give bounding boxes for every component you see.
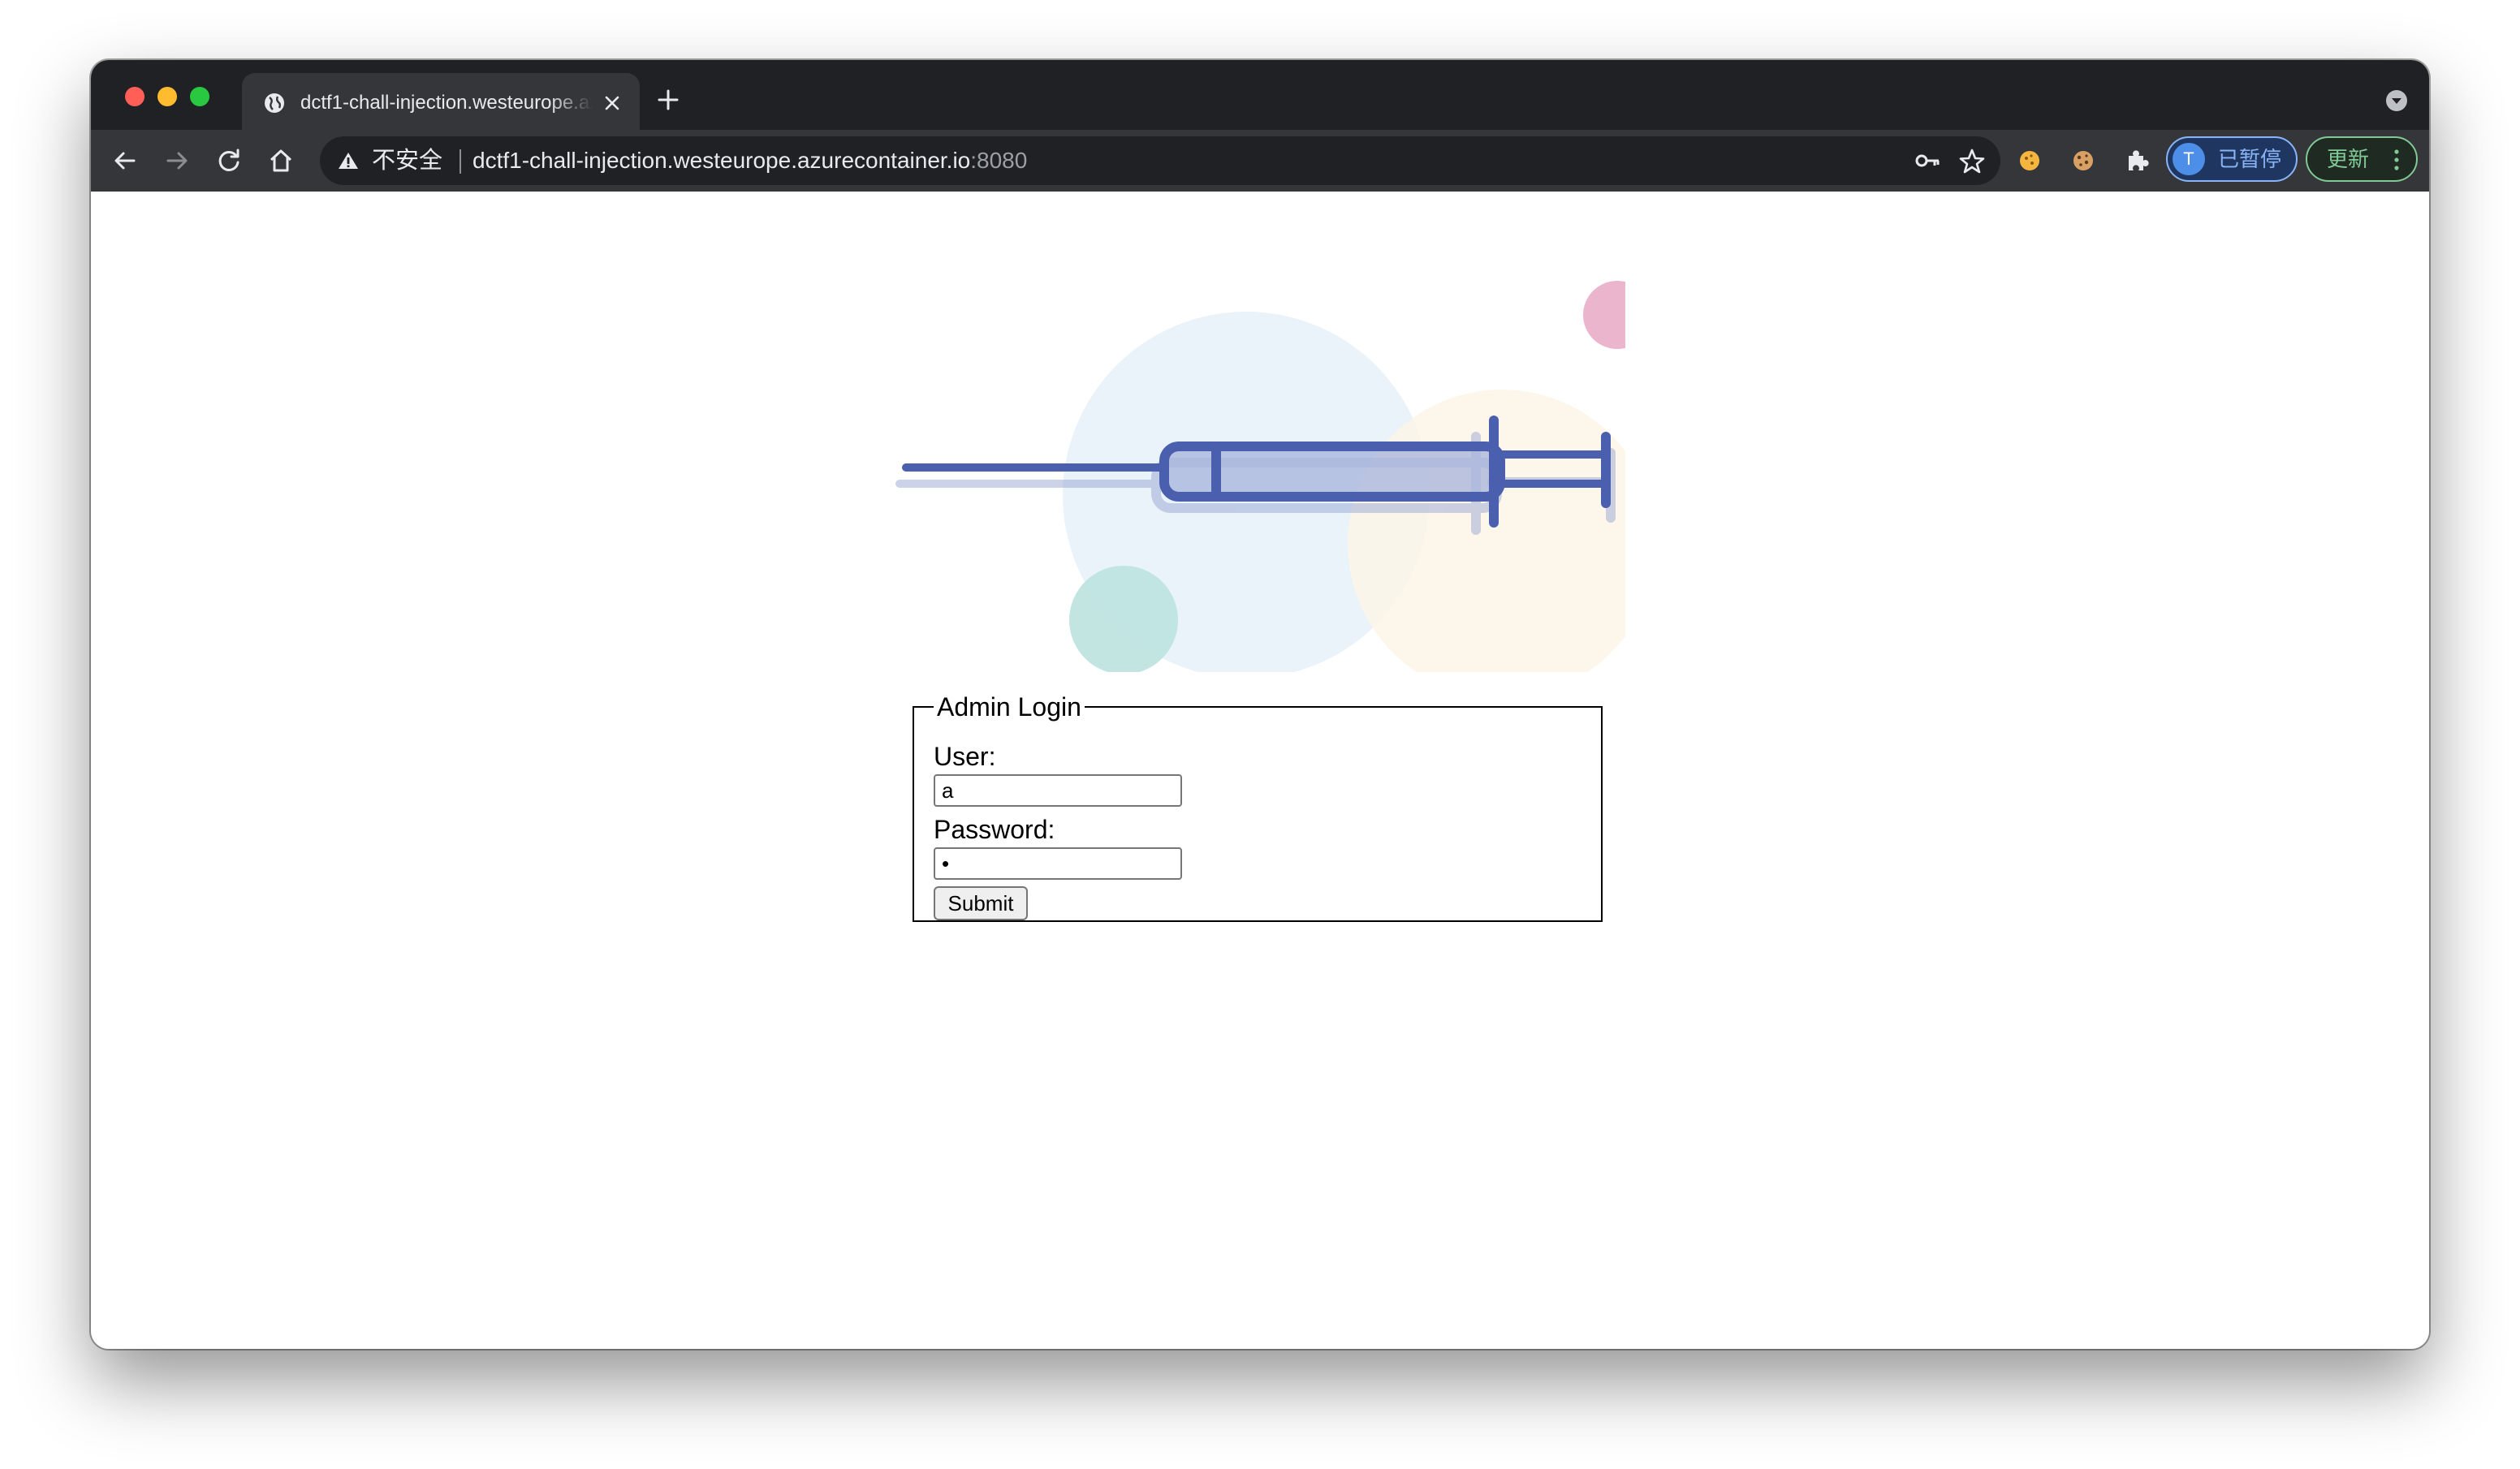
password-label: Password: <box>934 815 1055 844</box>
user-input[interactable] <box>934 774 1182 807</box>
omnibox-divider <box>460 149 461 174</box>
update-button[interactable]: 更新 <box>2306 136 2418 182</box>
syringe-illustration <box>895 281 1625 672</box>
form-legend: Admin Login <box>937 692 1081 722</box>
profile-status: 已暂停 <box>2218 147 2282 171</box>
tab-search-icon[interactable] <box>2385 89 2408 112</box>
profile-button[interactable]: T 已暂停 <box>2166 136 2298 182</box>
avatar: T <box>2173 143 2205 175</box>
submit-button[interactable]: Submit <box>934 886 1028 920</box>
puzzle-icon[interactable] <box>2122 146 2151 175</box>
password-input[interactable] <box>934 847 1182 880</box>
tab-title: dctf1-chall-injection.westeurope.azureco… <box>300 92 593 114</box>
home-icon[interactable] <box>266 146 296 175</box>
star-icon[interactable] <box>1958 148 1986 175</box>
address-bar[interactable]: 不安全 dctf1-chall-injection.westeurope.azu… <box>320 136 2000 185</box>
minimize-window-button[interactable] <box>158 87 177 106</box>
close-tab-icon[interactable] <box>602 93 622 113</box>
admin-login-form: Admin Login User: Password: Submit <box>913 693 1603 922</box>
url-text[interactable]: dctf1-chall-injection.westeurope.azureco… <box>472 146 1027 175</box>
toolbar: 不安全 dctf1-chall-injection.westeurope.azu… <box>91 130 2429 192</box>
back-icon[interactable] <box>110 146 140 175</box>
cookie-extension-icon[interactable] <box>2015 146 2044 175</box>
key-icon[interactable] <box>1914 149 1940 172</box>
cookie-editor-icon[interactable] <box>2069 146 2098 175</box>
maximize-window-button[interactable] <box>190 87 209 106</box>
globe-icon <box>265 93 284 113</box>
new-tab-icon[interactable] <box>656 88 680 112</box>
page-content: Admin Login User: Password: Submit <box>91 192 2429 1349</box>
close-window-button[interactable] <box>125 87 145 106</box>
update-label: 更新 <box>2327 147 2370 171</box>
security-status[interactable]: 不安全 <box>372 146 442 175</box>
kebab-menu-icon <box>2394 149 2399 170</box>
warning-icon[interactable] <box>338 151 359 170</box>
url-port: :8080 <box>970 148 1028 173</box>
reload-icon[interactable] <box>214 146 244 175</box>
user-label: User: <box>934 742 996 771</box>
browser-window: dctf1-chall-injection.westeurope.azureco… <box>91 60 2429 1349</box>
forward-icon[interactable] <box>162 146 192 175</box>
url-host: dctf1-chall-injection.westeurope.azureco… <box>472 148 971 173</box>
browser-tab[interactable]: dctf1-chall-injection.westeurope.azureco… <box>242 73 640 130</box>
tab-bar: dctf1-chall-injection.westeurope.azureco… <box>91 60 2429 130</box>
